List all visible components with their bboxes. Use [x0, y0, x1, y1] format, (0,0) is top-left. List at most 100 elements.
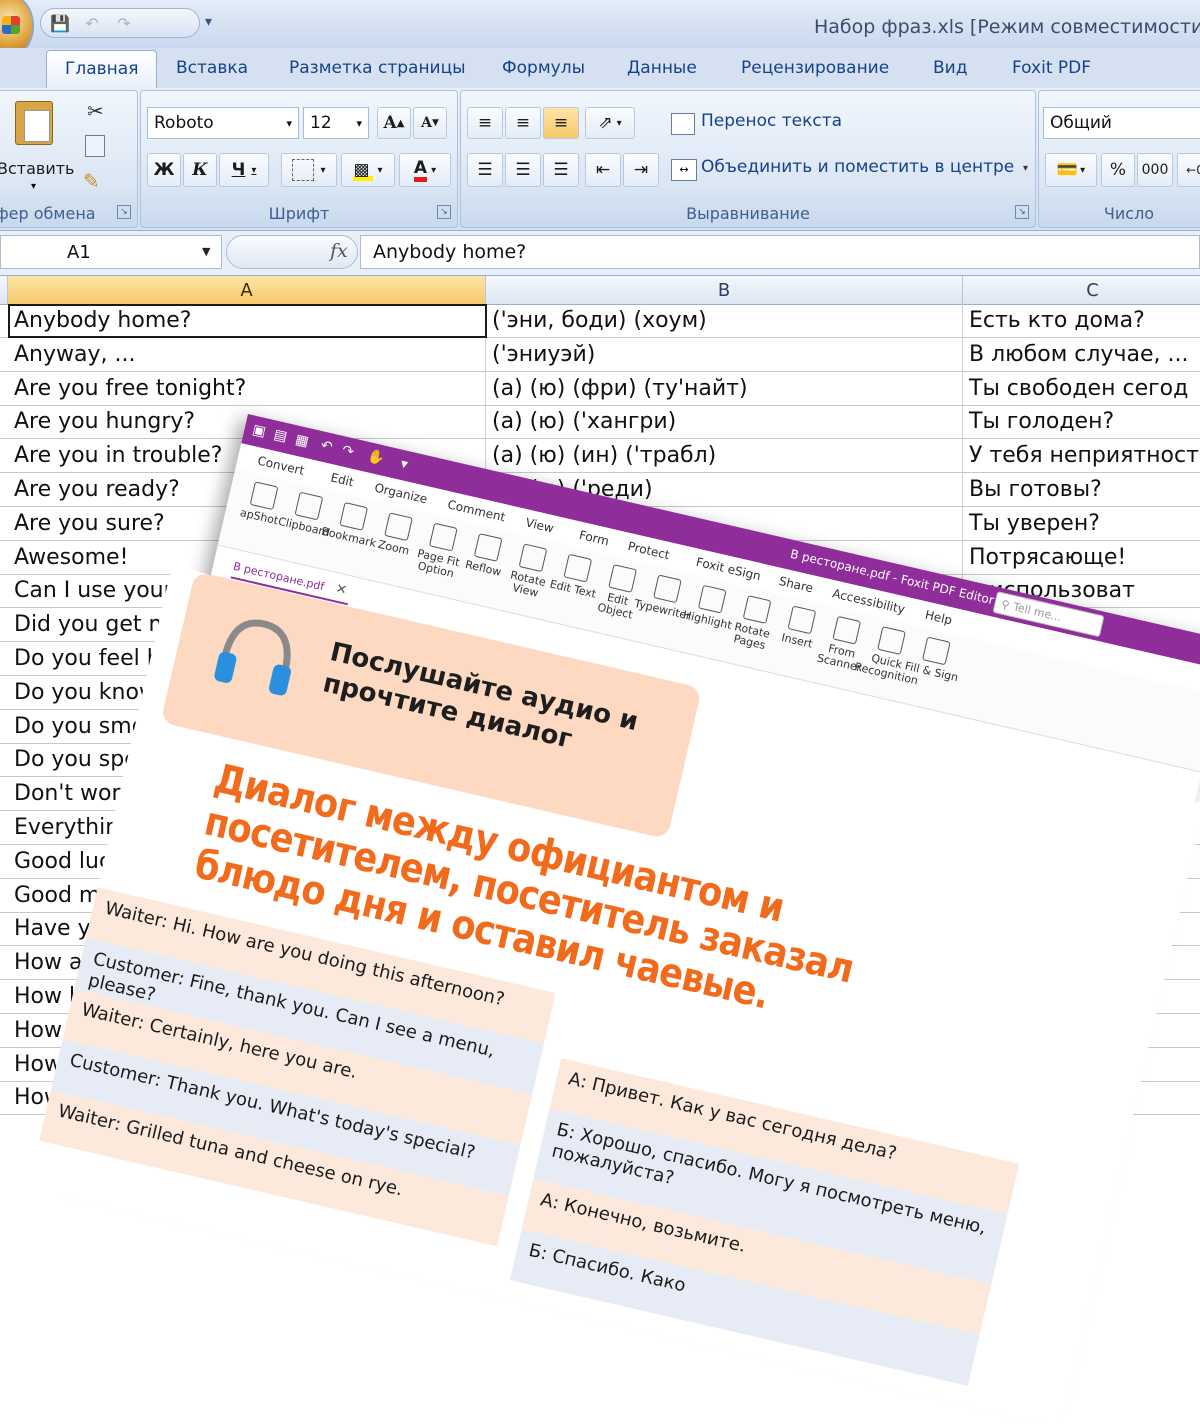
decrease-indent-button[interactable]: ⇤ [585, 153, 621, 187]
paste-dropdown-icon[interactable]: ▾ [31, 181, 36, 192]
tool-icon [249, 481, 279, 511]
undo-icon[interactable]: ↶ [319, 437, 334, 455]
cell-c[interactable]: Вы готовы? [963, 473, 1200, 507]
cell-c[interactable]: Есть кто дома? [963, 304, 1200, 338]
tab-review[interactable]: Рецензирование [741, 58, 889, 78]
select-all-corner[interactable] [0, 276, 8, 304]
increase-decimal-icon: ←0 [1186, 163, 1200, 177]
grow-font-label: A [383, 113, 397, 133]
italic-button[interactable]: К [183, 153, 217, 187]
clipboard-launcher-icon[interactable]: ↘ [117, 205, 131, 219]
increase-indent-button[interactable]: ⇥ [623, 153, 659, 187]
merge-center-button[interactable]: ↔ Объединить и поместить в центре ▾ [671, 155, 1031, 185]
cell-c[interactable]: Потрясающе! [963, 541, 1200, 575]
tab-home[interactable]: Главная [46, 50, 158, 88]
cell-c[interactable]: У тебя неприятност [963, 439, 1200, 473]
shrink-font-button[interactable]: A ▼ [413, 107, 447, 139]
ribbon-tabs: Главная Вставка Разметка страницы Формул… [0, 48, 1200, 88]
increase-decimal-button[interactable]: ←0 [1177, 153, 1200, 187]
tool-icon [294, 491, 324, 521]
font-color-button[interactable]: A ▾ [399, 153, 451, 187]
cell-c[interactable]: В любом случае, ... [963, 338, 1200, 372]
hand-tool-icon[interactable]: ✋ [366, 448, 387, 468]
align-top-button[interactable]: ≡ [467, 107, 503, 139]
thousands-button[interactable]: 000 [1137, 153, 1173, 187]
bold-button[interactable]: Ж [147, 153, 181, 187]
align-bottom-button[interactable]: ≡ [543, 107, 579, 139]
active-cell-border [8, 304, 487, 338]
cell-c[interactable]: Ты голоден? [963, 405, 1200, 439]
paste-button[interactable]: Вставить ▾ [0, 97, 74, 197]
cut-icon[interactable]: ✂ [87, 99, 104, 123]
currency-button[interactable]: 💳 ▾ [1045, 153, 1097, 187]
copy-icon[interactable] [85, 135, 105, 157]
wrap-text-button[interactable]: Перенос текста [671, 109, 871, 139]
underline-button[interactable]: Ч ▾ [219, 153, 269, 187]
foxit-tab[interactable]: View [524, 515, 555, 535]
cell-b[interactable]: (а) (ю) ('хангри) [486, 405, 963, 440]
font-name-select[interactable]: Roboto ▾ [147, 107, 299, 139]
tab-view[interactable]: Вид [933, 58, 967, 78]
name-box[interactable]: A1 [0, 235, 222, 269]
grow-font-button[interactable]: A ▲ [377, 107, 411, 139]
open-icon[interactable]: ▣ [251, 422, 267, 441]
orientation-button[interactable]: ⇗ ▾ [585, 107, 635, 139]
foxit-tab[interactable]: Form [578, 528, 611, 548]
alignment-group-label: Выравнивание [686, 204, 810, 223]
alignment-group: ≡ ≡ ≡ ⇗ ▾ ☰ ☰ ☰ ⇤ ⇥ Перенос текста ↔ Объе… [460, 90, 1036, 228]
undo-icon[interactable]: ↶ [83, 14, 101, 33]
tab-insert[interactable]: Вставка [176, 58, 248, 78]
column-header-a[interactable]: A [8, 276, 486, 304]
cell-b[interactable]: ('эниуэй) [486, 337, 963, 372]
borders-button[interactable]: ▾ [281, 153, 337, 187]
percent-button[interactable]: % [1101, 153, 1135, 187]
formula-input[interactable]: Anybody home? [360, 235, 1200, 269]
fill-color-icon: ▩ [353, 160, 374, 181]
print-icon[interactable]: ▤ [272, 427, 288, 446]
tab-formulas[interactable]: Формулы [502, 58, 585, 78]
tab-foxit-pdf[interactable]: Foxit PDF [1012, 58, 1091, 78]
align-right-button[interactable]: ☰ [543, 153, 579, 187]
cell-b[interactable]: (а) (ю) (ин) ('трабл) [486, 439, 963, 474]
font-launcher-icon[interactable]: ↘ [437, 205, 451, 219]
cell-c[interactable]: Ты уверен? [963, 507, 1200, 541]
foxit-tab[interactable]: Help [924, 608, 954, 628]
align-center-button[interactable]: ☰ [505, 153, 541, 187]
chevron-down-icon[interactable]: ▼ [202, 245, 210, 258]
tab-page-layout[interactable]: Разметка страницы [289, 58, 466, 78]
save-icon[interactable]: 💾 [50, 14, 70, 33]
fill-color-button[interactable]: ▩ ▾ [341, 153, 395, 187]
format-painter-icon[interactable]: ✎ [83, 169, 100, 193]
redo-icon[interactable]: ↷ [340, 442, 355, 460]
headphones-icon [214, 619, 291, 696]
column-header-b[interactable]: B [486, 276, 963, 304]
cell-b[interactable]: (а) (ю) (фри) (ту'найт) [486, 371, 963, 406]
chevron-down-icon: ▾ [1023, 163, 1029, 174]
formula-bar: A1 ▼ fx Anybody home? [0, 231, 1200, 276]
alignment-launcher-icon[interactable]: ↘ [1015, 205, 1029, 219]
customize-qat-icon[interactable]: ▾ [205, 14, 212, 30]
foxit-tab[interactable]: Edit [329, 470, 355, 489]
merge-center-label: Объединить и поместить в центре [701, 157, 1015, 177]
tool-icon [384, 512, 413, 542]
align-left-button[interactable]: ☰ [467, 153, 503, 187]
cell-b[interactable]: ('эни, боди) (хоум) [486, 304, 963, 338]
chevron-down-icon: ▾ [286, 116, 292, 130]
align-middle-button[interactable]: ≡ [505, 107, 541, 139]
number-format-select[interactable]: Общий [1043, 107, 1200, 139]
foxit-tab[interactable]: Protect [627, 539, 671, 562]
column-header-c[interactable]: C [963, 276, 1200, 304]
wrap-text-icon [671, 113, 695, 135]
cell-a[interactable]: Are you free tonight? [8, 371, 486, 406]
font-size-select[interactable]: 12 ▾ [303, 107, 369, 139]
customize-icon[interactable]: ▾ [399, 456, 409, 473]
cell-a[interactable]: Anyway, ... [8, 337, 486, 372]
tab-data[interactable]: Данные [627, 58, 697, 78]
tool-icon [518, 543, 548, 573]
table-row: Are you free tonight? (а) (ю) (фри) (ту'н… [0, 371, 1200, 406]
save-icon[interactable]: ▦ [294, 432, 310, 451]
cell-c[interactable]: Ты свободен сегод [963, 372, 1200, 406]
redo-icon[interactable]: ↷ [115, 14, 133, 33]
insert-function-icon[interactable]: fx [330, 240, 348, 262]
foxit-tab[interactable]: Share [778, 574, 815, 595]
